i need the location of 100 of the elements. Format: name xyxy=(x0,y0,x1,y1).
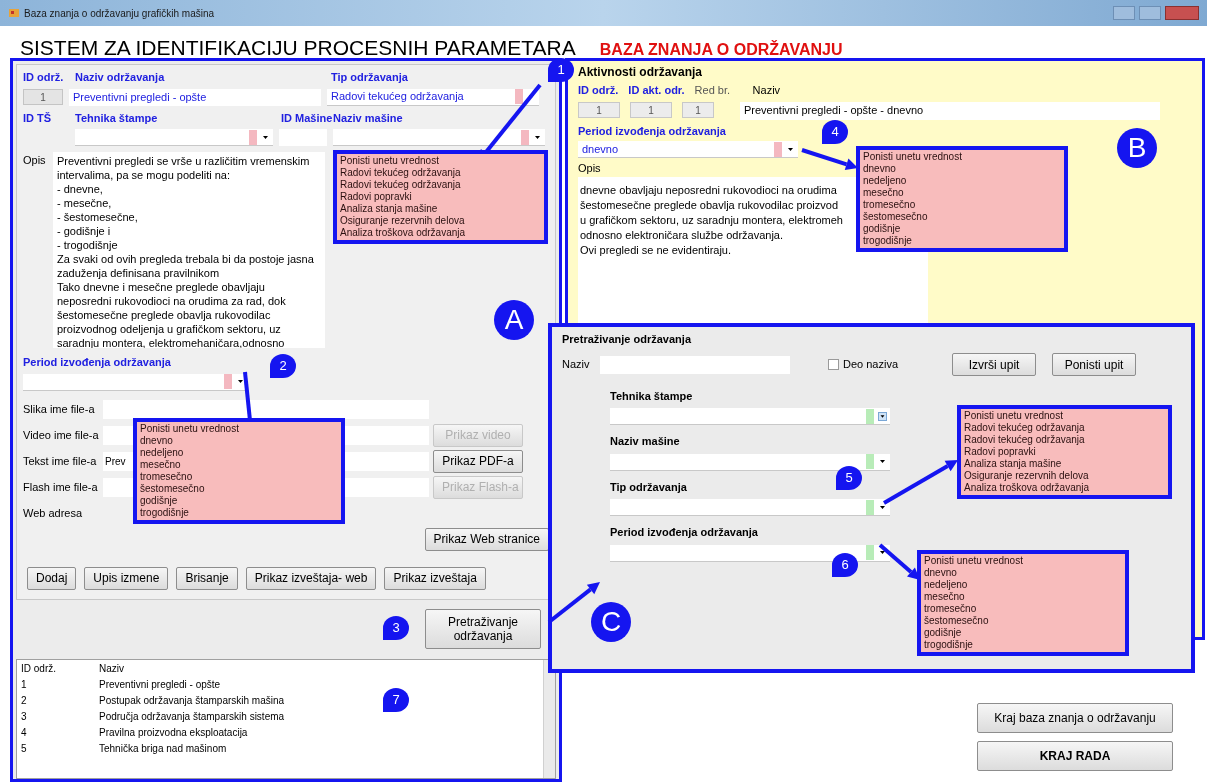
file-name-field[interactable] xyxy=(103,399,429,419)
app-subtitle: BAZA ZNANJA O ODRŽAVANJU xyxy=(599,42,843,58)
dropdown-option[interactable]: šestomesečno xyxy=(863,211,1061,223)
list-name-cell[interactable]: Preventivni pregledi - opšte xyxy=(99,676,221,692)
exit-button[interactable]: KRAJ RADA xyxy=(977,741,1173,771)
dropdown-option[interactable]: šestomesečno xyxy=(924,615,1122,627)
action-button[interactable]: Prikaz izveštaja- web xyxy=(245,566,377,590)
query-button[interactable]: Ponisti upit xyxy=(1052,353,1137,376)
dropdown-option[interactable]: Analiza troškova održavanja xyxy=(964,482,1165,494)
machine-name-dropdown[interactable] xyxy=(333,129,545,146)
combo-marker-icon xyxy=(515,89,523,104)
dropdown-option[interactable]: godišnje xyxy=(924,627,1122,639)
dropdown-option[interactable]: Analiza stanja mašine xyxy=(340,203,541,215)
print-technique-dropdown[interactable] xyxy=(75,129,273,146)
column-header: Naziv xyxy=(99,662,124,676)
combo-marker-icon xyxy=(521,129,529,145)
type-dropdown[interactable]: Radovi tekućeg održavanja xyxy=(327,88,539,106)
dropdown-option[interactable]: godišnje xyxy=(863,223,1061,235)
file-label: Web adresa xyxy=(23,505,84,521)
activity-id-label: ID akt. odr. xyxy=(628,83,685,98)
dropdown-caret-icon xyxy=(235,377,245,386)
dropdown-option[interactable]: mesečno xyxy=(924,591,1122,603)
dropdown-option[interactable]: tromesečno xyxy=(863,199,1061,211)
activity-id-field[interactable]: 1 xyxy=(578,101,620,118)
dropdown-option[interactable]: trogodišnje xyxy=(140,507,338,519)
dropdown-option[interactable]: trogodišnje xyxy=(924,639,1122,651)
list-id-cell[interactable]: 4 xyxy=(21,724,99,740)
web-page-button[interactable]: Prikaz Web stranice xyxy=(424,527,549,551)
dropdown-option[interactable]: mesečno xyxy=(140,459,338,471)
activity-period-dropdown[interactable]: dnevno xyxy=(578,141,798,158)
dropdown-option[interactable]: Ponisti unetu vrednost xyxy=(340,155,541,167)
exit-button[interactable]: Kraj baza znanja o održavanju xyxy=(977,703,1173,733)
activity-id-field[interactable]: 1 xyxy=(630,101,672,118)
dropdown-option[interactable]: Radovi tekućeg održavanja xyxy=(964,434,1165,446)
list-name-cell[interactable]: Postupak održavanja štamparskih mašina xyxy=(99,692,285,708)
dropdown-option[interactable]: Osiguranje rezervnih delova xyxy=(964,470,1165,482)
dropdown-option[interactable]: Analiza troškova održavanja xyxy=(340,227,541,239)
dropdown-option[interactable]: tromesečno xyxy=(924,603,1122,615)
dropdown-option[interactable]: Ponisti unetu vrednost xyxy=(964,410,1165,422)
partial-name-checkbox[interactable] xyxy=(828,359,839,370)
activity-id-field[interactable]: 1 xyxy=(682,101,714,118)
activity-id-label: ID održ. xyxy=(578,83,619,98)
period-label: Period izvođenja održavanja xyxy=(23,355,171,370)
dropdown-caret-icon xyxy=(877,411,887,421)
period-dropdown[interactable] xyxy=(23,373,248,391)
combo-marker-icon xyxy=(866,408,874,424)
action-button[interactable]: Brisanje xyxy=(176,566,238,590)
search-dropdown[interactable] xyxy=(610,544,890,562)
dropdown-option[interactable]: nedeljeno xyxy=(924,579,1122,591)
dropdown-option[interactable]: nedeljeno xyxy=(140,447,338,459)
dropdown-option[interactable]: Analiza stanja mašine xyxy=(964,458,1165,470)
query-button[interactable]: Izvrši upit xyxy=(952,353,1037,376)
dropdown-option[interactable]: Radovi tekućeg održavanja xyxy=(340,167,541,179)
dropdown-option[interactable]: dnevno xyxy=(924,567,1122,579)
search-maintenance-button[interactable]: Pretraživanje održavanja xyxy=(425,609,541,649)
dropdown-option[interactable]: Radovi tekućeg održavanja xyxy=(964,422,1165,434)
id-field[interactable]: 1 xyxy=(23,88,63,105)
dropdown-option[interactable]: Ponisti unetu vrednost xyxy=(924,555,1122,567)
list-id-cell[interactable]: 5 xyxy=(21,740,99,756)
dropdown-option[interactable]: Radovi popravki xyxy=(340,191,541,203)
dropdown-caret-icon xyxy=(877,457,887,466)
list-id-cell[interactable]: 3 xyxy=(21,708,99,724)
dropdown-option[interactable]: mesečno xyxy=(863,187,1061,199)
combo-marker-icon xyxy=(866,499,874,515)
dropdown-option[interactable]: dnevno xyxy=(140,435,338,447)
activity-name-field[interactable]: Preventivni pregledi - opšte - dnevno xyxy=(740,101,1160,120)
file-label: Flash ime file-a xyxy=(23,479,99,495)
combo-marker-icon xyxy=(249,129,257,145)
dropdown-option[interactable]: nedeljeno xyxy=(863,175,1061,187)
list-name-cell[interactable]: Područja održavanja štamparskih sistema xyxy=(99,708,285,724)
maximize-icon xyxy=(1139,6,1161,20)
action-button[interactable]: Dodaj xyxy=(27,566,77,590)
file-label: Tekst ime file-a xyxy=(23,453,98,469)
close-icon xyxy=(1165,6,1199,20)
activities-title: Aktivnosti održavanja xyxy=(578,64,704,81)
file-view-button[interactable]: Prikaz PDF-a xyxy=(433,449,523,473)
dropdown-option[interactable]: Radovi popravki xyxy=(964,446,1165,458)
list-id-cell[interactable]: 2 xyxy=(21,692,99,708)
dropdown-option[interactable]: Ponisti unetu vrednost xyxy=(863,151,1061,163)
dropdown-option[interactable]: Osiguranje rezervnih delova xyxy=(340,215,541,227)
dropdown-option[interactable]: tromesečno xyxy=(140,471,338,483)
dropdown-option[interactable]: trogodišnje xyxy=(863,235,1061,247)
action-button[interactable]: Prikaz izveštaja xyxy=(384,566,486,590)
dropdown-option[interactable]: dnevno xyxy=(863,163,1061,175)
list-name-cell[interactable]: Pravilna proizvodna eksploatacija xyxy=(99,724,248,740)
list-id-cell[interactable]: 1 xyxy=(21,676,99,692)
dropdown-option[interactable]: Ponisti unetu vrednost xyxy=(140,423,338,435)
activity-name-label: Naziv xyxy=(752,83,781,98)
combo-marker-icon xyxy=(866,545,874,560)
name-field[interactable]: Preventivni pregledi - opšte xyxy=(69,88,321,106)
search-combo-label: Naziv mašine xyxy=(610,434,680,449)
action-button[interactable]: Upis izmene xyxy=(84,566,169,590)
combo-marker-icon xyxy=(774,141,782,157)
dropdown-option[interactable]: šestomesečno xyxy=(140,483,338,495)
dropdown-option[interactable]: Radovi tekućeg održavanja xyxy=(340,179,541,191)
file-label: Video ime file-a xyxy=(23,427,100,443)
dropdown-option[interactable]: godišnje xyxy=(140,495,338,507)
search-combo-label: Tip održavanja xyxy=(610,479,687,495)
activity-period-label: Period izvođenja održavanja xyxy=(578,123,726,139)
list-name-cell[interactable]: Tehnička briga nad mašinom xyxy=(99,740,227,756)
